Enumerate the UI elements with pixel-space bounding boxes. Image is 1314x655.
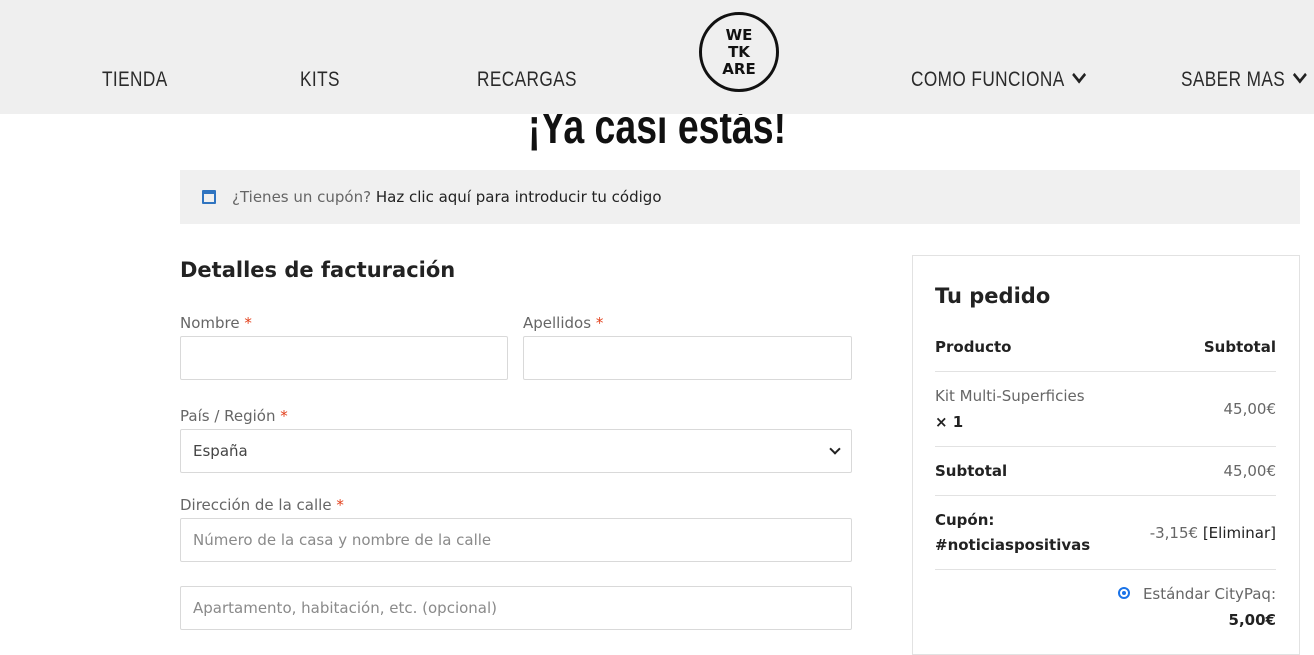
order-header-product: Producto — [935, 338, 1012, 356]
coupon-question: ¿Tienes un cupón? — [232, 188, 372, 206]
divider — [935, 371, 1276, 372]
order-coupon-amount: -3,15€ — [1149, 524, 1199, 542]
chevron-down-icon — [1292, 66, 1307, 84]
first-name-field[interactable] — [180, 336, 508, 380]
required-mark: * — [595, 314, 604, 332]
required-mark: * — [336, 496, 344, 514]
country-label: País / Región * — [180, 407, 288, 425]
coupon-notice: ¿Tienes un cupón? Haz clic aquí para int… — [180, 170, 1300, 224]
order-item-qty: × 1 — [935, 413, 964, 431]
country-label-text: País / Región — [180, 407, 276, 425]
logo-line-2: TK — [728, 43, 750, 61]
last-name-label: Apellidos * — [523, 314, 603, 332]
shipping-price: 5,00€ — [1228, 611, 1276, 629]
street-address-2-field[interactable] — [180, 586, 852, 630]
site-logo[interactable]: WE TK ARE — [699, 12, 779, 92]
nav-saber-mas[interactable]: SABER MAS — [1181, 66, 1307, 92]
nav-saber-mas-label: SABER MAS — [1181, 68, 1286, 91]
order-subtotal-value: 45,00€ — [1223, 462, 1277, 480]
street-address-field[interactable] — [180, 518, 852, 562]
divider — [935, 569, 1276, 570]
nav-como-funciona[interactable]: COMO FUNCIONA — [911, 66, 1087, 92]
order-coupon-label: Cupón: — [935, 511, 995, 529]
shipping-radio[interactable] — [1118, 587, 1130, 599]
order-coupon-amount-row: -3,15€ [Eliminar] — [1150, 524, 1276, 542]
order-subtotal-label: Subtotal — [935, 462, 1008, 480]
site-header: TIENDA KITS RECARGAS WE TK ARE COMO FUNC… — [0, 0, 1314, 114]
logo-line-1: WE — [725, 26, 753, 44]
divider — [935, 446, 1276, 447]
order-header-subtotal: Subtotal — [1203, 338, 1276, 356]
country-select[interactable]: España — [180, 429, 852, 473]
street-label-text: Dirección de la calle — [180, 496, 332, 514]
nav-kits[interactable]: KITS — [300, 68, 340, 92]
shipping-option-label[interactable]: Estándar CityPaq: — [1143, 585, 1276, 603]
last-name-label-text: Apellidos — [523, 314, 592, 332]
chevron-down-icon — [1072, 66, 1087, 84]
last-name-field[interactable] — [523, 336, 852, 380]
logo-line-3: ARE — [722, 60, 756, 78]
divider — [935, 495, 1276, 496]
remove-coupon-link[interactable]: [Eliminar] — [1203, 524, 1276, 542]
street-label: Dirección de la calle * — [180, 496, 344, 514]
required-mark: * — [280, 407, 288, 425]
coupon-notice-text: ¿Tienes un cupón? Haz clic aquí para int… — [232, 188, 662, 206]
nav-como-funciona-label: COMO FUNCIONA — [911, 68, 1065, 91]
chevron-down-icon — [829, 443, 841, 455]
nav-recargas[interactable]: RECARGAS — [477, 68, 577, 92]
country-select-value: España — [193, 442, 248, 460]
first-name-label-text: Nombre — [180, 314, 240, 332]
required-mark: * — [244, 314, 252, 332]
nav-tienda[interactable]: TIENDA — [102, 68, 168, 92]
first-name-label: Nombre * — [180, 314, 252, 332]
calendar-icon — [202, 190, 216, 204]
order-item-price: 45,00€ — [1223, 400, 1277, 418]
order-summary: Tu pedido Producto Subtotal Kit Multi-Su… — [912, 255, 1300, 655]
order-title: Tu pedido — [935, 284, 1051, 308]
order-item-name: Kit Multi-Superficies — [935, 387, 1085, 405]
order-coupon-code: #noticiaspositivas — [935, 536, 1091, 554]
billing-title: Detalles de facturación — [180, 258, 456, 282]
coupon-link[interactable]: Haz clic aquí para introducir tu código — [376, 188, 662, 206]
